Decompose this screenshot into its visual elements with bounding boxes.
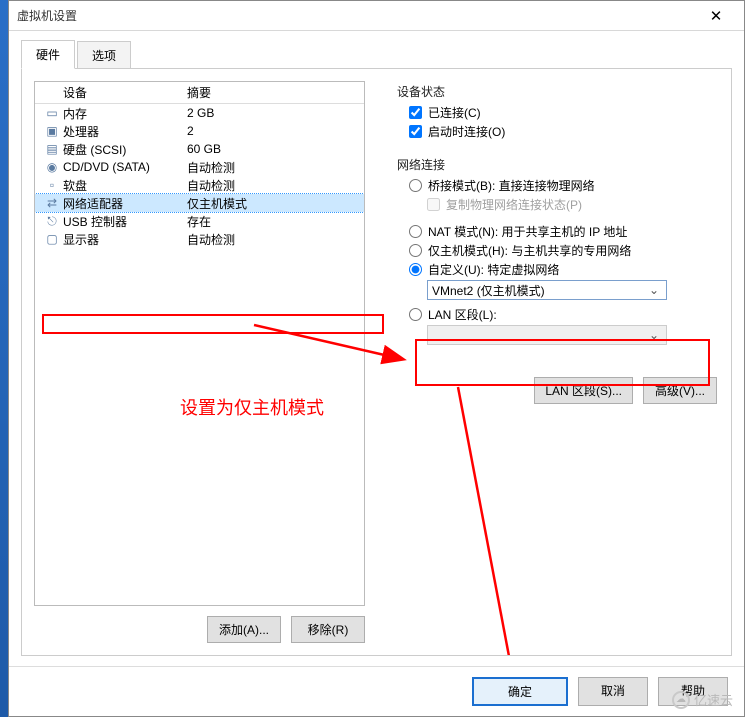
dialog-body: 设置为仅主机模式 设备 摘要 ▭内存 2 GB xyxy=(21,68,732,656)
connected-checkbox[interactable] xyxy=(409,106,422,119)
bridged-radio[interactable] xyxy=(409,179,422,192)
network-connection-group: 网络连接 桥接模式(B): 直接连接物理网络 复制物理网络连接状态(P) NAT… xyxy=(397,156,717,345)
list-row-network[interactable]: ⇄ 网络适配器 仅主机模式 xyxy=(35,194,364,212)
list-item-summary: 自动检测 xyxy=(183,177,364,194)
close-button[interactable]: ✕ xyxy=(696,3,736,29)
list-row-cddvd[interactable]: ◉ CD/DVD (SATA) 自动检测 xyxy=(35,158,364,176)
desktop-edge xyxy=(0,0,8,717)
connected-checkbox-line[interactable]: 已连接(C) xyxy=(409,104,717,121)
tabstrip: 硬件 选项 xyxy=(9,31,744,68)
list-item-label: 软盘 xyxy=(63,177,87,194)
list-row-display[interactable]: ▢ 显示器 自动检测 xyxy=(35,230,364,248)
list-item-label: USB 控制器 xyxy=(63,213,127,230)
close-icon: ✕ xyxy=(710,7,723,25)
list-row-usb[interactable]: ⎋ USB 控制器 存在 xyxy=(35,212,364,230)
bridged-radio-line[interactable]: 桥接模式(B): 直接连接物理网络 xyxy=(409,177,717,194)
tab-hardware[interactable]: 硬件 xyxy=(21,40,75,69)
bridged-label: 桥接模式(B): 直接连接物理网络 xyxy=(428,177,595,194)
connect-at-poweron-checkbox[interactable] xyxy=(409,125,422,138)
lansegment-radio-line[interactable]: LAN 区段(L): xyxy=(409,306,717,323)
remove-device-button[interactable]: 移除(R) xyxy=(291,616,365,643)
network-right-actions: LAN 区段(S)... 高级(V)... xyxy=(397,377,717,404)
list-item-summary: 2 GB xyxy=(183,106,364,120)
lansegment-combobox: ⌄ xyxy=(427,325,667,345)
device-list-buttons: 添加(A)... 移除(R) xyxy=(34,616,365,643)
window-title: 虚拟机设置 xyxy=(17,7,696,24)
device-status-group: 设备状态 已连接(C) 启动时连接(O) xyxy=(397,83,717,142)
network-connection-title: 网络连接 xyxy=(397,156,717,173)
list-item-summary: 存在 xyxy=(183,213,364,230)
ok-button[interactable]: 确定 xyxy=(472,677,568,706)
hostonly-radio-line[interactable]: 仅主机模式(H): 与主机共享的专用网络 xyxy=(409,242,717,259)
nat-label: NAT 模式(N): 用于共享主机的 IP 地址 xyxy=(428,223,627,240)
device-status-title: 设备状态 xyxy=(397,83,717,100)
display-icon: ▢ xyxy=(45,232,59,246)
nat-radio[interactable] xyxy=(409,225,422,238)
device-list-header: 设备 摘要 xyxy=(35,82,364,104)
tab-options[interactable]: 选项 xyxy=(77,41,131,69)
lan-segments-button[interactable]: LAN 区段(S)... xyxy=(534,377,633,404)
chevron-down-icon: ⌄ xyxy=(646,283,662,297)
list-item-label: 内存 xyxy=(63,105,87,122)
cancel-button[interactable]: 取消 xyxy=(578,677,648,706)
vm-settings-dialog: 虚拟机设置 ✕ 硬件 选项 设置为仅主机模式 设备 摘要 xyxy=(8,0,745,717)
floppy-icon: ▫ xyxy=(45,178,59,192)
lansegment-radio[interactable] xyxy=(409,308,422,321)
list-row-floppy[interactable]: ▫ 软盘 自动检测 xyxy=(35,176,364,194)
vmnet-value: VMnet2 (仅主机模式) xyxy=(432,282,646,299)
cpu-icon: ▣ xyxy=(45,124,59,138)
device-list[interactable]: 设备 摘要 ▭ 内存 2 GB ▣ 处理器 2 ▤ 硬盘 (SCSI) 60 GB ◉… xyxy=(34,81,365,606)
titlebar: 虚拟机设置 ✕ xyxy=(9,1,744,31)
hostonly-label: 仅主机模式(H): 与主机共享的专用网络 xyxy=(428,242,631,259)
list-item-label: 硬盘 (SCSI) xyxy=(63,141,126,158)
connected-label: 已连接(C) xyxy=(428,104,481,121)
network-icon: ⇄ xyxy=(45,196,59,210)
custom-radio[interactable] xyxy=(409,263,422,276)
usb-icon: ⎋ xyxy=(45,214,59,228)
hostonly-radio[interactable] xyxy=(409,244,422,257)
right-pane: 设备状态 已连接(C) 启动时连接(O) 网络连接 桥接模式(B): 直接连接物… xyxy=(377,69,731,655)
dialog-footer: 确定 取消 帮助 xyxy=(9,666,744,716)
list-item-summary: 仅主机模式 xyxy=(183,195,364,212)
left-pane: 设备 摘要 ▭ 内存 2 GB ▣ 处理器 2 ▤ 硬盘 (SCSI) 60 GB ◉… xyxy=(22,69,377,655)
replicate-label: 复制物理网络连接状态(P) xyxy=(446,196,582,213)
lansegment-label: LAN 区段(L): xyxy=(428,306,497,323)
list-row-disk[interactable]: ▤ 硬盘 (SCSI) 60 GB xyxy=(35,140,364,158)
chevron-down-icon: ⌄ xyxy=(646,328,662,342)
list-item-summary: 2 xyxy=(183,124,364,138)
vmnet-combobox[interactable]: VMnet2 (仅主机模式) ⌄ xyxy=(427,280,667,300)
add-device-button[interactable]: 添加(A)... xyxy=(207,616,281,643)
advanced-button[interactable]: 高级(V)... xyxy=(643,377,717,404)
list-item-label: 网络适配器 xyxy=(63,195,123,212)
replicate-checkbox xyxy=(427,198,440,211)
list-item-summary: 自动检测 xyxy=(183,231,364,248)
help-button[interactable]: 帮助 xyxy=(658,677,728,706)
list-item-label: 处理器 xyxy=(63,123,99,140)
col-header-device[interactable]: 设备 xyxy=(35,84,183,101)
list-item-summary: 60 GB xyxy=(183,142,364,156)
custom-radio-line[interactable]: 自定义(U): 特定虚拟网络 xyxy=(409,261,717,278)
disk-icon: ▤ xyxy=(45,142,59,156)
memory-icon: ▭ xyxy=(45,106,59,120)
replicate-checkbox-line: 复制物理网络连接状态(P) xyxy=(427,196,717,213)
connect-at-poweron-line[interactable]: 启动时连接(O) xyxy=(409,123,717,140)
custom-label: 自定义(U): 特定虚拟网络 xyxy=(428,261,559,278)
list-row-cpu[interactable]: ▣ 处理器 2 xyxy=(35,122,364,140)
list-row-memory[interactable]: ▭ 内存 2 GB xyxy=(35,104,364,122)
col-header-summary[interactable]: 摘要 xyxy=(183,84,364,101)
nat-radio-line[interactable]: NAT 模式(N): 用于共享主机的 IP 地址 xyxy=(409,223,717,240)
list-item-summary: 自动检测 xyxy=(183,159,364,176)
connect-at-poweron-label: 启动时连接(O) xyxy=(428,123,505,140)
cd-icon: ◉ xyxy=(45,160,59,174)
list-item-label: 显示器 xyxy=(63,231,99,248)
list-item-label: CD/DVD (SATA) xyxy=(63,160,150,174)
